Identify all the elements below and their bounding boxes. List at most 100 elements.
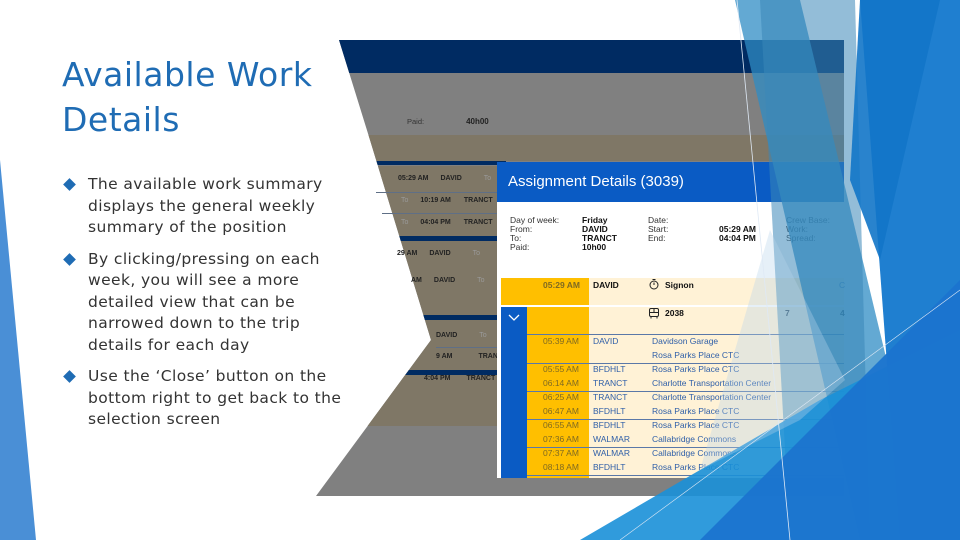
row-place: TRANCT (466, 375, 496, 382)
stop-code: TRANCT (593, 392, 628, 402)
row-place: DAVID (433, 277, 456, 284)
paid-label: Paid: (407, 117, 425, 126)
row-to: To (401, 219, 409, 226)
week-row[interactable]: 05:29 AM DAVID To (398, 175, 491, 182)
week-row[interactable]: 29 AM DAVID To (397, 250, 480, 257)
stop-name-secondary: Rosa Parks Place CTC (652, 350, 740, 360)
info-labels-col3: Crew Base: Work: Spread: (786, 216, 830, 243)
row-place: TRANCT (463, 219, 493, 226)
title-line-1: Available Work (62, 55, 313, 94)
bus-icon (649, 308, 659, 319)
stop-code: WALMAR (593, 434, 630, 444)
stop-code: DAVID (593, 336, 619, 346)
week-divider (316, 161, 506, 165)
diamond-bullet-icon (63, 370, 76, 383)
info-values-col1: Friday DAVID TRANCT 10h00 (582, 216, 617, 252)
week-summary-band (316, 135, 844, 161)
stop-time: 06:14 AM (543, 378, 579, 388)
title-line-2: Details (62, 100, 180, 139)
week-divider (316, 236, 506, 241)
row-to: To (479, 332, 487, 339)
week-rows-area (316, 375, 506, 425)
stop-time: 07:37 AM (543, 448, 579, 458)
stop-code: BFDHLT (593, 462, 626, 472)
row-place: DAVID (436, 332, 458, 339)
week-row[interactable]: AM DAVID To (411, 277, 485, 284)
stop-code: WALMAR (593, 448, 630, 458)
chevron-down-icon[interactable] (508, 314, 520, 322)
stop-name: Rosa Parks Place CTC (652, 462, 740, 472)
trip-number[interactable]: 2038 (665, 308, 684, 318)
stop-name: Charlotte Transportation Center (652, 378, 772, 388)
signon-label: Signon (665, 280, 694, 290)
row-time: AM (411, 277, 422, 284)
stop-name: Rosa Parks Place CTC (652, 406, 740, 416)
row-to: To (483, 175, 492, 182)
stopwatch-icon (649, 279, 659, 290)
bullet-item: By clicking/pressing on each week, you w… (62, 249, 352, 357)
bullet-list: The available work summary displays the … (62, 174, 352, 441)
stop-time: 05:55 AM (543, 364, 579, 374)
row-time: 4:04 PM (424, 375, 451, 382)
paid-value: 40h00 (466, 117, 489, 126)
row-place: DAVID (429, 250, 451, 257)
stop-time: 08:18 AM (543, 462, 579, 472)
dialog-header: Assignment Details (3039) (497, 162, 844, 202)
stop-name: Charlotte Transportation Center (652, 392, 772, 402)
trip-col1: 7 (785, 308, 790, 318)
spread-label: Spread: (786, 233, 816, 243)
week-divider (316, 315, 506, 320)
diamond-bullet-icon (63, 252, 76, 266)
paid-value: 10h00 (582, 242, 607, 252)
row-to: To (477, 277, 485, 284)
stop-name: Callabridge Commons (652, 434, 737, 444)
stop-name: Rosa Parks Place CTC (652, 420, 740, 430)
row-time: 10:19 AM (420, 197, 451, 204)
app-header-bar (316, 40, 844, 73)
stop-code: BFDHLT (593, 420, 626, 430)
stop-time: 06:55 AM (543, 420, 579, 430)
stop-code: TRANCT (593, 378, 628, 388)
info-labels-col1: Day of week: From: To: Paid: (510, 216, 559, 252)
row-place: TRANCT (463, 197, 493, 204)
signon-place: DAVID (593, 280, 619, 290)
row-divider (376, 192, 506, 193)
stop-name: Rosa Parks Place CTC (652, 364, 740, 374)
week-row[interactable]: DAVID To (436, 332, 487, 339)
bullet-text: Use the ‘Close’ button on the bottom rig… (88, 367, 342, 428)
bullet-text: By clicking/pressing on each week, you w… (88, 249, 320, 354)
stop-code: BFDHLT (593, 364, 626, 374)
week-row[interactable]: To 04:04 PM TRANCT (401, 219, 493, 226)
row-place: DAVID (440, 175, 462, 182)
end-label: End: (648, 233, 666, 243)
row-to: To (401, 197, 409, 204)
end-value: 04:04 PM (719, 233, 756, 243)
stop-name: Davidson Garage (652, 336, 719, 346)
week-row[interactable]: 4:04 PM TRANCT (424, 375, 495, 382)
row-time: 9 AM (436, 353, 453, 360)
info-labels-col2: Date: Start: End: (648, 216, 668, 243)
bullet-item: The available work summary displays the … (62, 174, 352, 239)
paid-summary: Paid: 40h00 (407, 117, 489, 126)
signon-row[interactable] (589, 278, 844, 305)
row-divider (382, 213, 506, 214)
stop-time: 07:36 AM (543, 434, 579, 444)
row-time: 04:04 PM (420, 219, 451, 226)
row-time: 29 AM (397, 250, 418, 257)
info-values-col2: 05:29 AM 04:04 PM (719, 225, 756, 243)
trip-col2: 4 (840, 308, 845, 318)
row-divider (436, 347, 506, 348)
bullet-item: Use the ‘Close’ button on the bottom rig… (62, 366, 352, 431)
signon-extra: C (839, 280, 846, 290)
bullet-text: The available work summary displays the … (88, 175, 323, 236)
stop-code: BFDHLT (593, 406, 626, 416)
signon-time: 05:29 AM (543, 280, 581, 290)
row-to: To (472, 250, 481, 257)
diamond-bullet-icon (63, 178, 76, 191)
stop-time: 06:25 AM (543, 392, 579, 402)
week-row[interactable]: To 10:19 AM TRANCT (401, 197, 493, 204)
paid-label: Paid: (510, 242, 530, 252)
row-time: 05:29 AM (398, 175, 429, 182)
assignment-details-dialog: Assignment Details (3039) Day of week: F… (497, 162, 846, 478)
stop-name: Callabridge Commons (652, 448, 737, 458)
